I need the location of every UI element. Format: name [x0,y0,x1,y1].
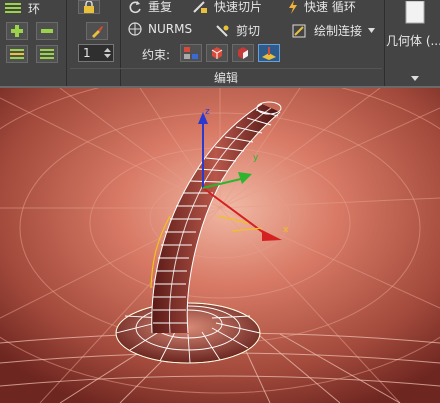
nurms-icon [128,22,142,36]
repeat-label: 重复 [148,0,173,14]
3d-viewport[interactable]: z x y [0,86,440,403]
normal-icon [262,47,276,60]
repeat-icon [129,0,141,13]
quick-loop-label: 快速 循环 [304,0,356,14]
ring-icon [5,3,21,13]
paint-connect-button[interactable]: 绘制连接 [292,22,376,39]
svg-text:x: x [283,225,289,235]
lightning-icon [289,0,297,14]
quick-slice-icon [193,0,207,13]
nurms-button[interactable]: NURMS [128,22,192,36]
constraints-label: 约束: [142,48,171,62]
constraint-none-icon [184,47,198,59]
svg-text:z: z [205,107,210,117]
quick-loop-button[interactable]: 快速 循环 [288,0,356,15]
cube-face-icon [238,47,248,59]
lock-selection-button[interactable] [78,0,100,14]
grow-loop-button[interactable] [6,22,28,40]
paint-button[interactable] [86,22,108,40]
geometry-panel-expand-button[interactable] [400,72,430,84]
cube-edge-icon [211,47,223,59]
ring-button[interactable]: 环 [0,0,62,16]
chevron-down-icon [411,75,419,81]
quick-slice-label: 快速切片 [214,0,263,14]
separator [66,0,67,86]
geometry-button[interactable] [392,0,438,28]
ring-select-icon [40,49,54,59]
cut-icon [216,24,229,37]
plus-icon [11,25,23,37]
iterations-spinner[interactable]: 1 [78,44,114,62]
constraint-normal-button[interactable] [258,44,280,62]
ring-label: 环 [28,1,41,16]
loop-mode-button[interactable] [6,45,28,63]
shrink-loop-button[interactable] [36,22,58,40]
edit-group-label: 编辑 [70,68,382,87]
separator [384,0,385,86]
spinner-value: 1 [83,46,91,60]
cut-button[interactable]: 剪切 [214,22,260,39]
brush-icon [92,26,103,38]
paint-connect-label: 绘制连接 [314,24,363,38]
lock-icon [84,1,94,13]
constraint-none-button[interactable] [180,44,202,62]
loop-select-icon [10,49,24,59]
cut-label: 剪切 [236,24,261,38]
paint-connect-icon [292,24,306,37]
minus-icon [41,29,53,33]
geometry-label: 几何体 (... [386,34,440,48]
nurms-label: NURMS [148,22,193,36]
spinner-arrows-icon [104,48,111,58]
constraint-edge-button[interactable] [206,44,228,62]
constraint-face-button[interactable] [232,44,254,62]
ribbon-toolbar: 环 1 重复 快速切片 快速 循环 NURMS 剪切 绘制连接 约束: 编辑 几… [0,0,440,87]
repeat-button[interactable]: 重复 [128,0,172,15]
quick-slice-button[interactable]: 快速切片 [192,0,262,15]
geometry-icon [405,1,425,24]
svg-text:y: y [253,153,259,163]
dropdown-arrow-icon[interactable] [368,28,376,33]
ring-mode-button[interactable] [36,45,58,63]
